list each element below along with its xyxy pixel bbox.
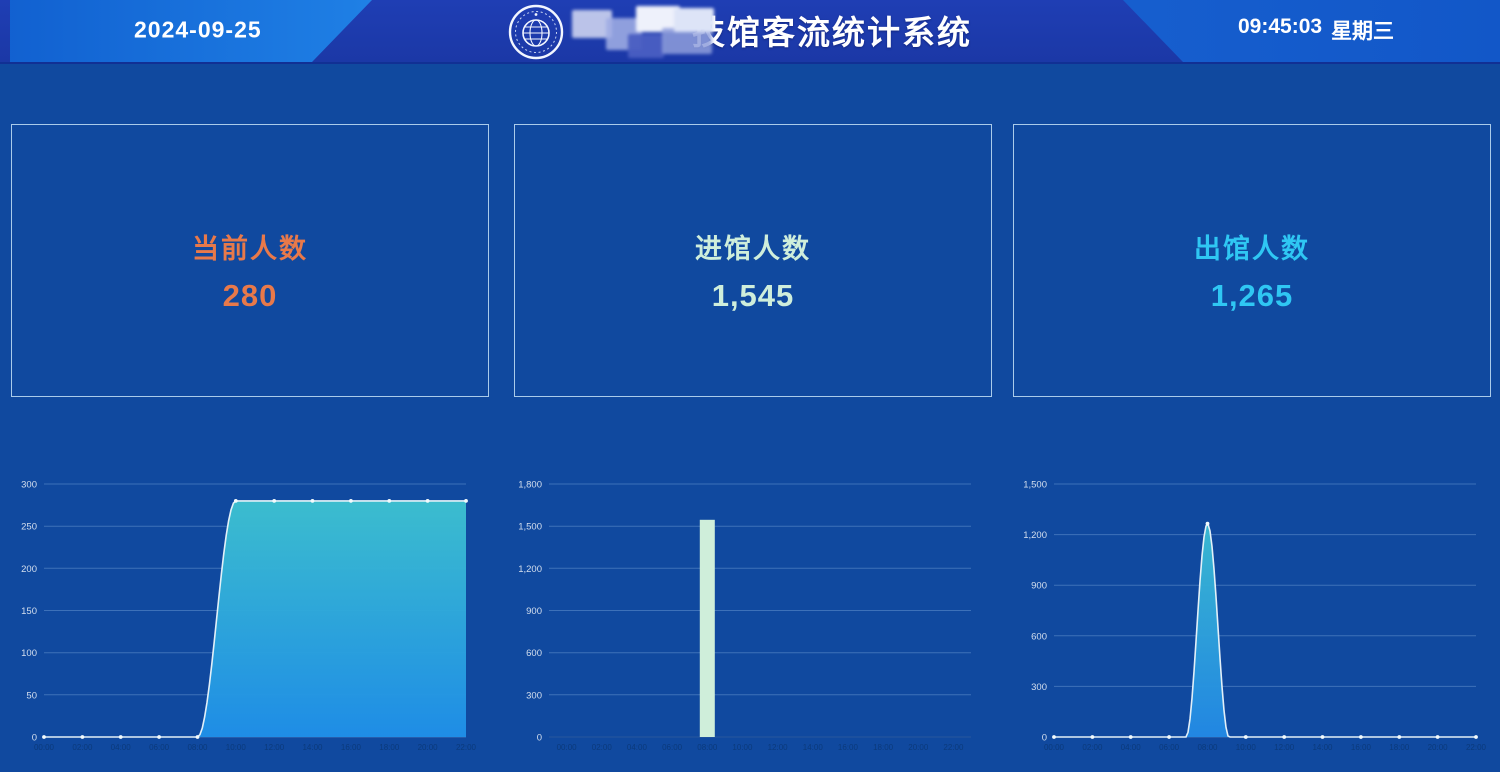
- svg-text:12:00: 12:00: [768, 743, 789, 752]
- svg-text:18:00: 18:00: [1389, 743, 1410, 752]
- stat-value: 1,545: [712, 278, 795, 314]
- svg-text:250: 250: [21, 522, 37, 533]
- svg-text:1,500: 1,500: [518, 522, 542, 533]
- page-title: 技馆客流统计系统: [692, 6, 972, 54]
- svg-text:0: 0: [32, 733, 37, 744]
- svg-text:22:00: 22:00: [1466, 743, 1487, 752]
- stat-card-current-occupancy: 当前人数 280: [11, 124, 489, 397]
- svg-text:50: 50: [26, 690, 37, 701]
- svg-text:08:00: 08:00: [187, 743, 208, 752]
- svg-text:10:00: 10:00: [732, 743, 753, 752]
- svg-text:0: 0: [537, 733, 542, 744]
- svg-text:18:00: 18:00: [379, 743, 400, 752]
- svg-text:06:00: 06:00: [662, 743, 683, 752]
- svg-text:900: 900: [1031, 581, 1047, 592]
- stat-label: 当前人数: [192, 227, 308, 266]
- svg-text:1,800: 1,800: [518, 480, 542, 491]
- svg-text:02:00: 02:00: [1082, 743, 1103, 752]
- svg-text:14:00: 14:00: [803, 743, 824, 752]
- svg-text:04:00: 04:00: [627, 743, 648, 752]
- svg-text:06:00: 06:00: [149, 743, 170, 752]
- svg-text:300: 300: [21, 480, 37, 491]
- svg-text:300: 300: [526, 690, 542, 701]
- svg-text:08:00: 08:00: [697, 743, 718, 752]
- svg-text:10:00: 10:00: [226, 743, 247, 752]
- stat-card-exits: 出馆人数 1,265: [1013, 124, 1491, 397]
- svg-text:600: 600: [1031, 631, 1047, 642]
- svg-text:10:00: 10:00: [1236, 743, 1257, 752]
- svg-text:12:00: 12:00: [1274, 743, 1295, 752]
- svg-text:00:00: 00:00: [1044, 743, 1065, 752]
- svg-text:20:00: 20:00: [418, 743, 439, 752]
- visitor-stats-dashboard: 2024-09-25 技馆客流统计系统 09:45:03 星期三 当前人数: [0, 0, 1500, 772]
- stat-card-entries: 进馆人数 1,545: [514, 124, 992, 397]
- current-time: 09:45:03: [1238, 15, 1322, 45]
- svg-text:04:00: 04:00: [111, 743, 132, 752]
- stat-label: 进馆人数: [695, 227, 811, 266]
- svg-text:02:00: 02:00: [72, 743, 93, 752]
- stat-value: 280: [223, 278, 278, 314]
- svg-text:00:00: 00:00: [34, 743, 55, 752]
- censor-mosaic: [570, 4, 720, 60]
- svg-text:1,200: 1,200: [518, 564, 542, 575]
- current-date: 2024-09-25: [134, 16, 262, 43]
- svg-text:06:00: 06:00: [1159, 743, 1180, 752]
- clock: 09:45:03 星期三: [1238, 15, 1394, 45]
- censor-block: [674, 8, 714, 32]
- svg-text:14:00: 14:00: [302, 743, 323, 752]
- censor-block: [628, 34, 664, 58]
- svg-text:20:00: 20:00: [908, 743, 929, 752]
- svg-text:1,500: 1,500: [1023, 480, 1047, 491]
- svg-text:300: 300: [1031, 682, 1047, 693]
- occupancy-trend-area-chart: 0 50 100 150 200 250 300 00:00 02:00 04:00 06:00 08…: [8, 470, 488, 770]
- svg-text:22:00: 22:00: [943, 743, 964, 752]
- svg-text:200: 200: [21, 564, 37, 575]
- svg-text:150: 150: [21, 606, 37, 617]
- svg-text:22:00: 22:00: [456, 743, 477, 752]
- svg-text:02:00: 02:00: [592, 743, 613, 752]
- exits-spike-area-chart: 0 300 600 900 1,200 1,500 00:00 02:00 04:00 06:00…: [1018, 470, 1498, 770]
- svg-text:12:00: 12:00: [264, 743, 285, 752]
- svg-text:1,200: 1,200: [1023, 530, 1047, 541]
- svg-text:16:00: 16:00: [838, 743, 859, 752]
- svg-text:900: 900: [526, 606, 542, 617]
- stat-label: 出馆人数: [1194, 227, 1310, 266]
- globe-emblem-icon: [508, 4, 564, 60]
- svg-text:18:00: 18:00: [873, 743, 894, 752]
- svg-text:08:00: 08:00: [1197, 743, 1218, 752]
- svg-text:14:00: 14:00: [1312, 743, 1333, 752]
- svg-text:04:00: 04:00: [1121, 743, 1142, 752]
- svg-text:20:00: 20:00: [1428, 743, 1449, 752]
- stat-value: 1,265: [1211, 278, 1294, 314]
- svg-text:100: 100: [21, 648, 37, 659]
- svg-text:16:00: 16:00: [1351, 743, 1372, 752]
- current-weekday: 星期三: [1331, 15, 1394, 45]
- header-bar: 2024-09-25 技馆客流统计系统 09:45:03 星期三: [0, 0, 1500, 64]
- entries-bar-chart: 0 300 600 900 1,200 1,500 1,800 00:00 02:00 04:00…: [513, 470, 993, 770]
- svg-text:16:00: 16:00: [341, 743, 362, 752]
- svg-text:0: 0: [1042, 733, 1047, 744]
- svg-text:600: 600: [526, 648, 542, 659]
- svg-text:00:00: 00:00: [557, 743, 578, 752]
